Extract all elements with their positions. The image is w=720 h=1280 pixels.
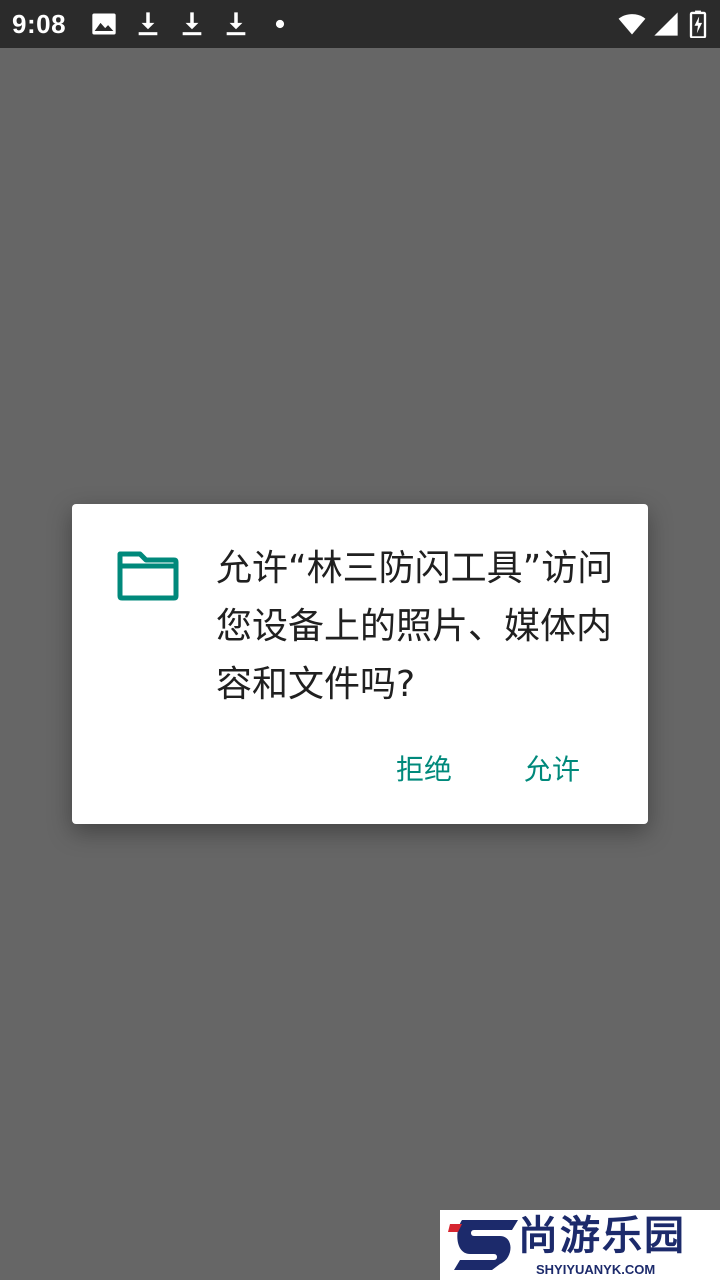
permission-dialog: 允许“林三防闪工具”访问您设备上的照片、媒体内容和文件吗? 拒绝 允许 bbox=[72, 504, 648, 824]
watermark-text: 尚游乐园 bbox=[518, 1213, 686, 1259]
download-icon bbox=[138, 12, 158, 36]
download-icon bbox=[182, 12, 202, 36]
watermark-logo-icon bbox=[448, 1220, 518, 1270]
dot-icon bbox=[275, 19, 285, 29]
status-time: 9:08 bbox=[12, 9, 67, 39]
image-icon bbox=[92, 13, 116, 35]
watermark: 尚游乐园 SHYIYUANYK.COM bbox=[440, 1210, 720, 1280]
wifi-icon bbox=[618, 14, 646, 35]
dialog-message: 允许“林三防闪工具”访问您设备上的照片、媒体内容和文件吗? bbox=[216, 548, 614, 705]
deny-button[interactable]: 拒绝 bbox=[382, 744, 466, 796]
allow-button[interactable]: 允许 bbox=[512, 744, 592, 796]
folder-icon bbox=[117, 551, 179, 601]
signal-icon bbox=[654, 12, 678, 36]
download-icon bbox=[226, 12, 246, 36]
status-bar: 9:08 bbox=[0, 0, 720, 48]
watermark-url: SHYIYUANYK.COM bbox=[536, 1262, 656, 1277]
battery-charging-icon bbox=[689, 10, 707, 38]
